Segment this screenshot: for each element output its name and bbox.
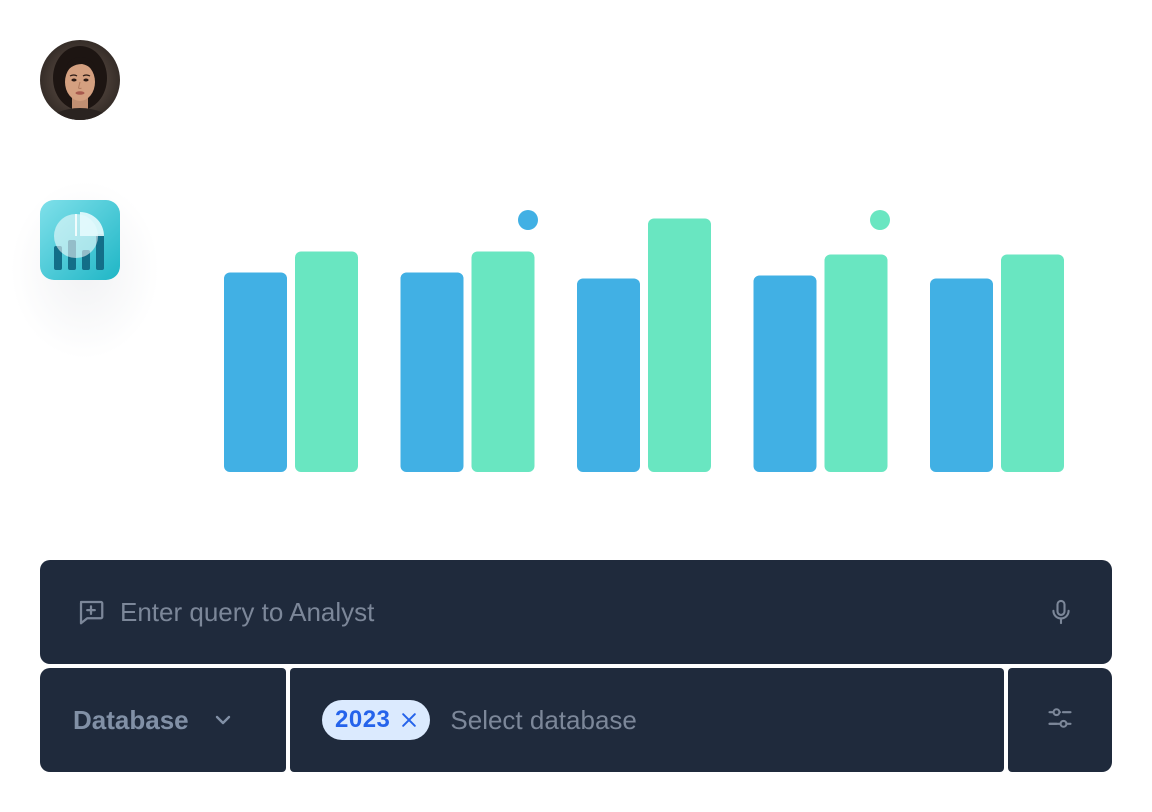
database-dropdown[interactable]: Database xyxy=(40,668,286,772)
bar-series-2-group-5 xyxy=(1001,254,1064,472)
bar-series-1-group-1 xyxy=(224,272,287,472)
close-icon[interactable] xyxy=(398,709,420,731)
database-toolbar: Database 2023 Select database xyxy=(40,668,1112,772)
filters-button[interactable] xyxy=(1008,668,1112,772)
bar-series-2-group-2 xyxy=(471,251,535,472)
database-select-field[interactable]: 2023 Select database xyxy=(290,668,1004,772)
bar-chart xyxy=(224,210,1064,472)
legend-marker-series-2 xyxy=(870,210,890,230)
bar-series-1-group-4 xyxy=(753,275,817,472)
chat-add-icon xyxy=(76,597,106,627)
microphone-icon[interactable] xyxy=(1046,597,1076,627)
bar-series-1-group-3 xyxy=(577,278,640,472)
query-input[interactable] xyxy=(120,596,1046,628)
bar-series-1-group-2 xyxy=(400,272,464,472)
bar-series-2-group-4 xyxy=(824,254,888,472)
selected-database-chip[interactable]: 2023 xyxy=(322,700,431,740)
query-box[interactable] xyxy=(40,560,1112,664)
database-select-placeholder: Select database xyxy=(450,704,637,735)
chip-label: 2023 xyxy=(335,706,391,733)
chevron-down-icon xyxy=(211,708,235,732)
analyst-page: Database 2023 Select database xyxy=(0,0,1152,812)
sliders-icon xyxy=(1046,704,1074,737)
bar-series-2-group-3 xyxy=(648,218,711,472)
database-dropdown-label: Database xyxy=(73,704,189,735)
bar-series-2-group-1 xyxy=(295,251,358,472)
bar-series-1-group-5 xyxy=(930,278,993,472)
legend-marker-series-1 xyxy=(518,210,538,230)
